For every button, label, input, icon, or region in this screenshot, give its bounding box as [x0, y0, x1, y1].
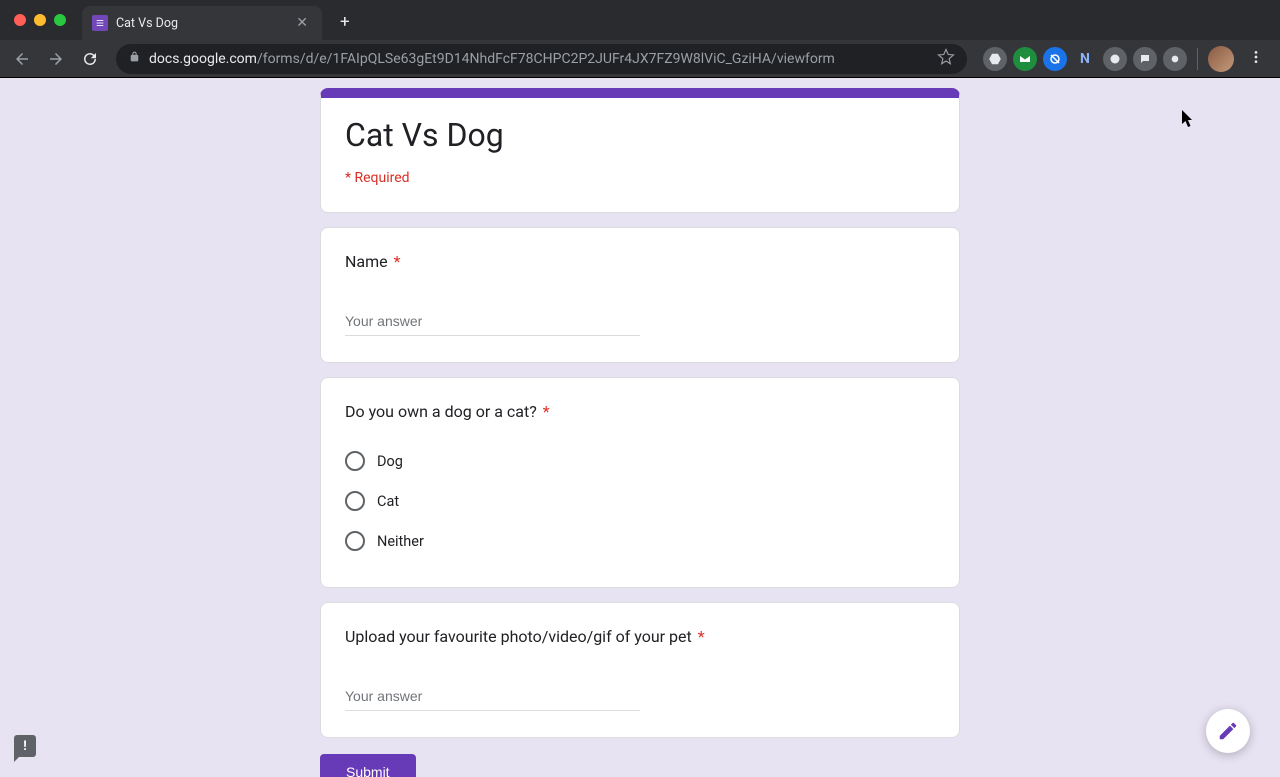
- window-zoom-button[interactable]: [54, 14, 66, 26]
- reload-button[interactable]: [76, 45, 104, 73]
- dot-extension-icon[interactable]: [1163, 47, 1187, 71]
- report-problem-button[interactable]: !: [14, 735, 36, 757]
- question-pet-card: Do you own a dog or a cat? * Dog Cat Nei…: [320, 377, 960, 588]
- window-controls: [14, 14, 66, 26]
- bookmark-star-icon[interactable]: [937, 48, 955, 70]
- submit-button[interactable]: Submit: [320, 754, 416, 777]
- browser-tab[interactable]: Cat Vs Dog ✕: [82, 6, 322, 40]
- edit-form-fab[interactable]: [1206, 709, 1250, 753]
- notion-extension-icon[interactable]: N: [1073, 47, 1097, 71]
- browser-chrome: Cat Vs Dog ✕ + docs.google.com/forms/d/e…: [0, 0, 1280, 78]
- pencil-icon: [1217, 720, 1239, 742]
- form-header-card: Cat Vs Dog * Required: [320, 88, 960, 213]
- required-legend: * Required: [345, 170, 935, 186]
- mail-extension-icon[interactable]: [1013, 47, 1037, 71]
- radio-icon[interactable]: [345, 531, 365, 551]
- extension-icons: N: [983, 45, 1272, 73]
- question-upload-card: Upload your favourite photo/video/gif of…: [320, 602, 960, 738]
- back-button[interactable]: [8, 45, 36, 73]
- name-input[interactable]: [345, 309, 640, 336]
- form-container: Cat Vs Dog * Required Name * Do you own …: [320, 78, 960, 777]
- radio-label-neither: Neither: [377, 533, 424, 550]
- question-name-card: Name *: [320, 227, 960, 363]
- window-minimize-button[interactable]: [34, 14, 46, 26]
- tab-strip: Cat Vs Dog ✕ +: [0, 0, 1280, 40]
- chat-extension-icon[interactable]: [1133, 47, 1157, 71]
- chrome-menu-button[interactable]: [1240, 45, 1272, 73]
- required-asterisk-icon: *: [390, 252, 401, 271]
- question-name-label: Name *: [345, 252, 935, 271]
- new-tab-button[interactable]: +: [332, 8, 358, 36]
- tab-title: Cat Vs Dog: [116, 16, 284, 31]
- radio-icon[interactable]: [345, 451, 365, 471]
- radio-label-cat: Cat: [377, 493, 399, 510]
- circle-extension-icon[interactable]: [1043, 47, 1067, 71]
- shield-extension-icon[interactable]: [1103, 47, 1127, 71]
- page-viewport: Cat Vs Dog * Required Name * Do you own …: [0, 78, 1280, 777]
- toolbar-separator: [1197, 48, 1198, 70]
- radio-option-neither[interactable]: Neither: [345, 521, 935, 561]
- address-bar[interactable]: docs.google.com/forms/d/e/1FAIpQLSe63gEt…: [116, 44, 967, 74]
- question-name-text: Name: [345, 252, 388, 271]
- exclamation-icon: !: [23, 739, 27, 754]
- url-host: docs.google.com: [149, 51, 257, 67]
- drive-extension-icon[interactable]: [983, 47, 1007, 71]
- profile-avatar[interactable]: [1208, 46, 1234, 72]
- question-pet-text: Do you own a dog or a cat?: [345, 402, 537, 421]
- lock-icon: [128, 50, 141, 67]
- form-title: Cat Vs Dog: [345, 116, 935, 154]
- window-close-button[interactable]: [14, 14, 26, 26]
- tab-close-icon[interactable]: ✕: [292, 14, 312, 32]
- required-asterisk-icon: *: [539, 402, 550, 421]
- question-upload-label: Upload your favourite photo/video/gif of…: [345, 627, 935, 646]
- forms-favicon-icon: [92, 15, 108, 31]
- radio-option-dog[interactable]: Dog: [345, 441, 935, 481]
- url-text: docs.google.com/forms/d/e/1FAIpQLSe63gEt…: [149, 51, 929, 67]
- mouse-cursor-icon: [1182, 110, 1196, 132]
- radio-label-dog: Dog: [377, 453, 403, 470]
- radio-icon[interactable]: [345, 491, 365, 511]
- question-pet-label: Do you own a dog or a cat? *: [345, 402, 935, 421]
- question-upload-text: Upload your favourite photo/video/gif of…: [345, 627, 692, 646]
- forward-button[interactable]: [42, 45, 70, 73]
- radio-option-cat[interactable]: Cat: [345, 481, 935, 521]
- url-path: /forms/d/e/1FAIpQLSe63gEt9D14NhdFcF78CHP…: [257, 51, 835, 67]
- required-asterisk-icon: *: [694, 627, 705, 646]
- browser-toolbar: docs.google.com/forms/d/e/1FAIpQLSe63gEt…: [0, 40, 1280, 77]
- upload-input[interactable]: [345, 684, 640, 711]
